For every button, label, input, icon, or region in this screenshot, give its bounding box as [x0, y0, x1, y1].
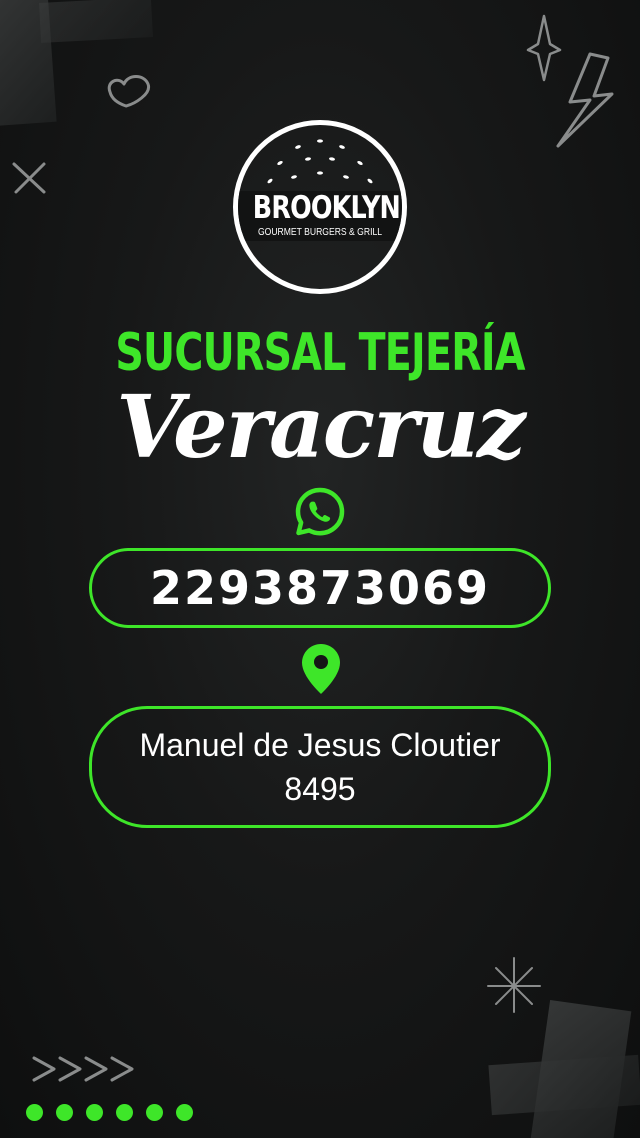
dot	[116, 1104, 133, 1121]
heart-doodle-icon	[107, 75, 151, 108]
dot	[26, 1104, 43, 1121]
logo-brand-name: BROOKLYN	[252, 190, 401, 226]
address-pill[interactable]: Manuel de Jesus Cloutier 8495	[89, 706, 551, 828]
branch-title: SUCURSAL TEJERÍA	[115, 323, 525, 383]
address-text[interactable]: Manuel de Jesus Cloutier 8495	[100, 723, 540, 811]
star-burst-doodle-icon	[487, 957, 541, 1013]
whatsapp-icon	[295, 487, 345, 536]
tape-decoration-bottom-right-strip	[488, 1054, 640, 1116]
dot	[86, 1104, 103, 1121]
map-pin-icon	[302, 644, 340, 694]
cross-doodle-icon	[12, 162, 46, 194]
phone-number[interactable]: 2293873069	[150, 561, 490, 615]
story-card: BROOKLYN GOURMET BURGERS & GRILL SUCURSA…	[0, 0, 640, 1138]
arrows-doodle-icon	[32, 1056, 134, 1082]
dot	[176, 1104, 193, 1121]
lightning-doodle-icon	[556, 52, 614, 148]
green-dots-decoration	[26, 1104, 193, 1121]
phone-number-pill[interactable]: 2293873069	[89, 548, 551, 628]
city-title: Veracruz	[116, 377, 526, 478]
dot	[56, 1104, 73, 1121]
dot	[146, 1104, 163, 1121]
bun-seeds-icon	[267, 139, 373, 184]
brooklyn-logo: BROOKLYN GOURMET BURGERS & GRILL	[233, 120, 407, 294]
tape-decoration-top-left-strip	[39, 0, 153, 43]
logo-tagline: GOURMET BURGERS & GRILL	[257, 227, 383, 238]
